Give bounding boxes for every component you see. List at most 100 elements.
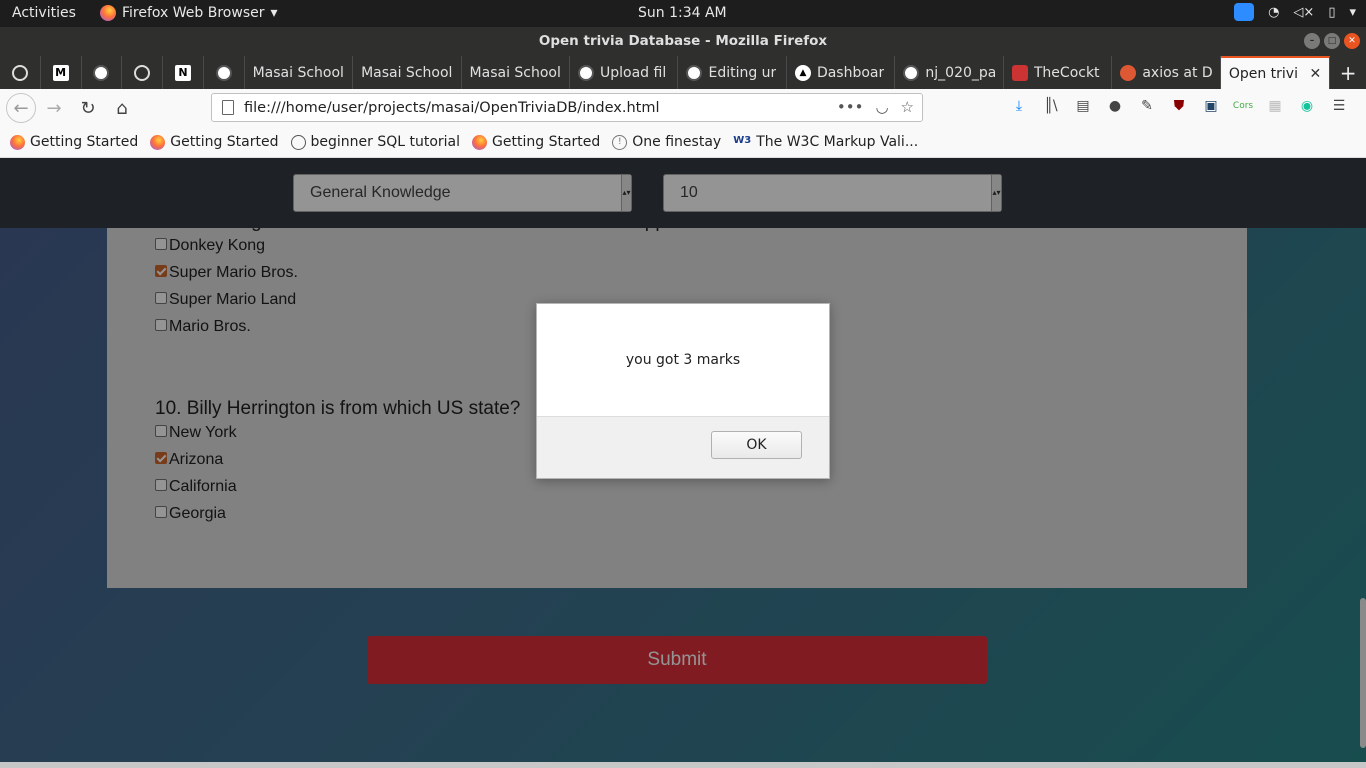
sidebar-icon[interactable]: ▤ (1072, 95, 1094, 117)
close-tab-icon[interactable]: ✕ (1310, 66, 1322, 82)
bookmark-label: Getting Started (170, 134, 279, 150)
cocktail-icon (1011, 64, 1028, 81)
tab-open-trivia[interactable]: Open trivi ✕ (1220, 56, 1331, 89)
info-icon: ! (612, 134, 628, 150)
new-tab-icon[interactable]: + (1330, 61, 1366, 85)
bookmark-item[interactable]: W3 The W3C Markup Vali... (733, 134, 918, 150)
ublock-icon[interactable]: ⛊ (1168, 95, 1190, 117)
close-window-icon[interactable]: ✕ (1344, 33, 1360, 49)
url-bar[interactable]: file:///home/user/projects/masai/OpenTri… (211, 93, 923, 122)
tab-strip: M N Masai School Masai School Masai Scho… (0, 56, 1366, 89)
firefox-icon (10, 134, 25, 150)
extension-icon[interactable]: ✎ (1136, 95, 1158, 117)
bookmark-label: Getting Started (492, 134, 601, 150)
bookmark-item[interactable]: Getting Started (472, 134, 600, 150)
bookmark-item[interactable]: Getting Started (150, 134, 279, 150)
download-icon[interactable]: ⤓ (1008, 95, 1030, 117)
tab-label: Open trivi (1228, 65, 1298, 82)
caret-down-icon: ▾ (270, 5, 278, 21)
tab-label: Upload fil (600, 64, 667, 81)
github-icon (578, 64, 594, 81)
library-icon[interactable]: ║\ (1040, 95, 1062, 117)
toolbar-icons: ⤓ ║\ ▤ ● ✎ ⛊ ▣ Cors ▦ ◉ ☰ (1008, 95, 1350, 117)
tab-pinned-3[interactable] (82, 56, 123, 89)
bookmark-item[interactable]: ! One finestay (612, 134, 721, 150)
firefox-icon (472, 134, 488, 150)
medium-icon: M (52, 64, 69, 81)
bookmark-item[interactable]: Getting Started (10, 134, 138, 150)
reload-icon[interactable]: ↻ (72, 92, 104, 124)
system-tray[interactable]: ◔ ◁× ▯ ▾ (1234, 3, 1356, 21)
minimize-icon[interactable]: – (1304, 33, 1320, 49)
cors-icon[interactable]: Cors (1232, 95, 1254, 117)
bookmark-label: One finestay (632, 134, 722, 150)
tab-label: Masai School (252, 64, 344, 81)
tab-nj020[interactable]: nj_020_pa (895, 56, 1004, 89)
extension-icon[interactable]: ▦ (1264, 95, 1286, 117)
volume-icon[interactable]: ◁× (1293, 5, 1314, 20)
bookmarks-toolbar: Getting Started Getting Started beginner… (0, 127, 1366, 158)
tab-label: Dashboar (816, 64, 885, 81)
extension-icon[interactable]: ▣ (1200, 95, 1222, 117)
home-icon[interactable]: ⌂ (106, 92, 138, 124)
tab-label: Masai School (361, 64, 453, 81)
notion-icon: N (174, 64, 191, 81)
tab-axios[interactable]: axios at D (1112, 56, 1221, 89)
bookmark-star-icon[interactable]: ☆ (901, 98, 914, 116)
bookmark-item[interactable]: beginner SQL tutorial (290, 134, 461, 150)
maximize-icon[interactable]: □ (1324, 33, 1340, 49)
more-actions-icon[interactable]: ••• (837, 98, 864, 116)
battery-icon[interactable]: ▯ (1328, 5, 1335, 20)
navigation-bar: ← → ↻ ⌂ file:///home/user/projects/masai… (0, 89, 1366, 127)
clock[interactable]: Sun 1:34 AM (638, 5, 727, 21)
zoom-icon[interactable] (1234, 3, 1255, 21)
tab-label: Masai School (469, 64, 561, 81)
ok-button[interactable]: OK (711, 431, 802, 459)
tab-label: TheCockt (1033, 64, 1100, 81)
firefox-icon (150, 134, 166, 150)
scrollbar[interactable] (1360, 598, 1366, 748)
menu-icon[interactable]: ☰ (1328, 95, 1350, 117)
tab-pinned-5[interactable]: N (163, 56, 204, 89)
back-arrow-icon[interactable]: ← (6, 93, 36, 123)
github-icon (686, 64, 703, 81)
globe-icon (11, 64, 28, 81)
activities-button[interactable]: Activities (12, 5, 76, 21)
system-top-bar: Activities Firefox Web Browser ▾ Sun 1:3… (0, 0, 1366, 27)
alert-message: you got 3 marks (625, 352, 741, 368)
grammarly-icon[interactable]: ◉ (1296, 95, 1318, 117)
window-title: Open trivia Database - Mozilla Firefox (538, 33, 828, 49)
alert-dialog: you got 3 marks OK (536, 303, 830, 479)
globe-icon (134, 64, 151, 81)
github-icon (903, 64, 920, 81)
bookmark-label: Getting Started (30, 134, 139, 150)
tab-masai-2[interactable]: Masai School (353, 56, 462, 89)
tab-cocktail[interactable]: TheCockt (1004, 56, 1113, 89)
tab-pinned-2[interactable]: M (41, 56, 82, 89)
account-icon[interactable]: ● (1104, 95, 1126, 117)
tab-pinned-1[interactable] (0, 56, 41, 89)
wifi-icon[interactable]: ◔ (1268, 5, 1279, 20)
tab-dashboard[interactable]: ▲ Dashboar (787, 56, 896, 89)
forward-arrow-icon[interactable]: → (38, 92, 70, 124)
chevron-down-icon[interactable]: ▾ (1349, 5, 1356, 20)
tab-upload[interactable]: Upload fil (570, 56, 679, 89)
tab-editing[interactable]: Editing ur (678, 56, 787, 89)
duckduckgo-icon (1120, 64, 1137, 81)
tab-label: Editing ur (708, 64, 777, 81)
tab-masai-3[interactable]: Masai School (462, 56, 570, 89)
app-menu-label: Firefox Web Browser (122, 5, 265, 21)
firefox-icon (100, 5, 116, 21)
globe-icon (290, 134, 306, 150)
tab-label: nj_020_pa (925, 64, 995, 81)
tab-pinned-6[interactable] (204, 56, 245, 89)
github-icon (93, 64, 110, 81)
tab-pinned-4[interactable] (122, 56, 164, 89)
bookmark-label: beginner SQL tutorial (310, 134, 461, 150)
pocket-icon[interactable]: ◡ (875, 98, 888, 116)
w3c-icon: W3 (733, 134, 752, 146)
vercel-icon: ▲ (794, 64, 811, 81)
app-menu[interactable]: Firefox Web Browser ▾ (100, 5, 278, 21)
tab-masai-1[interactable]: Masai School (245, 56, 354, 89)
url-text[interactable]: file:///home/user/projects/masai/OpenTri… (244, 100, 660, 116)
